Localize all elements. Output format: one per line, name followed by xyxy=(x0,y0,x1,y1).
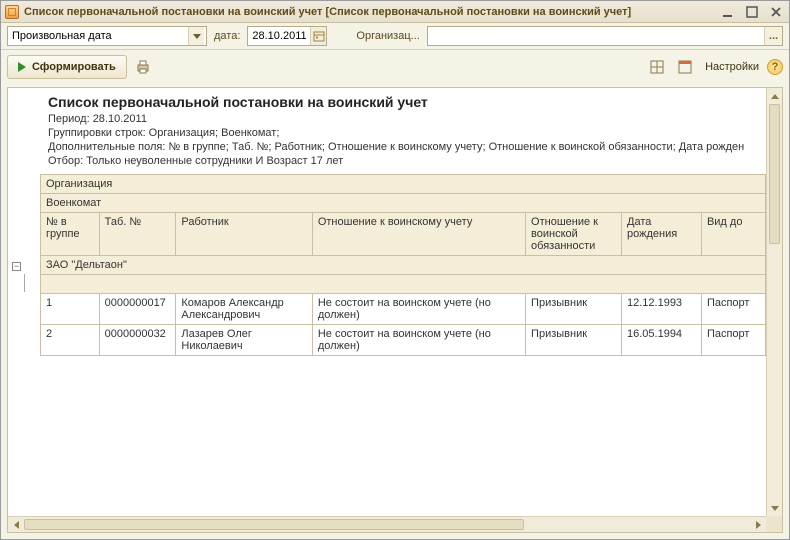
vertical-scroll-thumb[interactable] xyxy=(769,104,780,244)
cell-birth: 16.05.1994 xyxy=(622,325,702,356)
report-meta-period: Период: 28.10.2011 xyxy=(40,112,766,126)
organization-choose-button[interactable]: ... xyxy=(764,27,782,45)
help-icon: ? xyxy=(772,61,779,73)
cell-mil-account: Не состоит на воинском учете (но должен) xyxy=(312,325,525,356)
calendar-button[interactable] xyxy=(310,27,326,45)
cell-worker: Комаров Александр Александрович xyxy=(176,294,312,325)
col-doc: Вид до xyxy=(701,213,765,256)
date-label: дата: xyxy=(211,30,243,42)
date-input[interactable] xyxy=(248,27,310,45)
chevron-left-icon xyxy=(14,521,19,529)
vertical-scrollbar[interactable] xyxy=(766,88,782,516)
table-row: 1 0000000017 Комаров Александр Александр… xyxy=(41,294,766,325)
col-mil-account: Отношение к воинскому учету xyxy=(312,213,525,256)
panel-icon xyxy=(678,60,692,74)
organization-field[interactable]: ... xyxy=(427,26,783,46)
cell-mil-duty: Призывник xyxy=(526,325,622,356)
cell-doc: Паспорт xyxy=(701,294,765,325)
titlebar: Список первоначальной постановки на воин… xyxy=(1,1,789,23)
play-icon xyxy=(18,62,26,72)
calendar-icon xyxy=(313,30,325,42)
cell-tab: 0000000017 xyxy=(99,294,176,325)
scroll-left-button[interactable] xyxy=(8,517,24,532)
help-button[interactable]: ? xyxy=(767,59,783,75)
cell-tab: 0000000032 xyxy=(99,325,176,356)
settings-link[interactable]: Настройки xyxy=(705,61,759,73)
chevron-right-icon xyxy=(756,521,761,529)
report-title: Список первоначальной постановки на воин… xyxy=(40,88,766,112)
print-button[interactable] xyxy=(131,55,155,79)
period-mode-input[interactable] xyxy=(8,27,188,45)
cell-num: 1 xyxy=(41,294,100,325)
report-area: − Список первоначальной постановки на во… xyxy=(7,87,783,533)
cell-doc: Паспорт xyxy=(701,325,765,356)
horizontal-scrollbar[interactable] xyxy=(8,516,766,532)
close-button[interactable] xyxy=(767,4,785,19)
scroll-up-button[interactable] xyxy=(767,88,782,104)
group-row-org[interactable]: ЗАО "Дельтаон" xyxy=(41,256,766,275)
generate-button-label: Сформировать xyxy=(32,61,116,73)
col-tab: Таб. № xyxy=(99,213,176,256)
cell-birth: 12.12.1993 xyxy=(622,294,702,325)
scroll-corner xyxy=(766,516,782,532)
report-meta-groupings: Группировки строк: Организация; Военкома… xyxy=(40,126,766,140)
grid-icon xyxy=(650,60,664,74)
horizontal-scroll-thumb[interactable] xyxy=(24,519,524,530)
period-mode-combo[interactable] xyxy=(7,26,207,46)
minimize-button[interactable] xyxy=(719,4,737,19)
generate-button[interactable]: Сформировать xyxy=(7,55,127,79)
report-meta-extra: Дополнительные поля: № в группе; Таб. №;… xyxy=(40,140,766,154)
col-mil-duty: Отношение к воинской обязанности xyxy=(526,213,622,256)
col-num: № в группе xyxy=(41,213,100,256)
app-icon xyxy=(5,5,19,19)
section-commissariat: Военкомат xyxy=(41,194,766,213)
tree-collapse-level1[interactable]: − xyxy=(12,262,21,271)
window-title: Список первоначальной постановки на воин… xyxy=(24,6,713,18)
action-toolbar: Сформировать Настройки ? xyxy=(1,50,789,84)
cell-mil-account: Не состоит на воинском учете (но должен) xyxy=(312,294,525,325)
table-row: 2 0000000032 Лазарев Олег Николаевич Не … xyxy=(41,325,766,356)
cell-mil-duty: Призывник xyxy=(526,294,622,325)
period-mode-dropdown-button[interactable] xyxy=(188,27,204,45)
cell-worker: Лазарев Олег Николаевич xyxy=(176,325,312,356)
section-organization: Организация xyxy=(41,175,766,194)
tree-gutter: − xyxy=(8,88,40,500)
col-birth: Дата рождения xyxy=(622,213,702,256)
parameter-toolbar: дата: Организац... ... xyxy=(1,23,789,49)
scroll-down-button[interactable] xyxy=(767,500,782,516)
col-worker: Работник xyxy=(176,213,312,256)
chevron-down-icon xyxy=(193,34,201,39)
maximize-button[interactable] xyxy=(743,4,761,19)
settings-panel-button[interactable] xyxy=(673,55,697,79)
scroll-right-button[interactable] xyxy=(750,517,766,532)
org-label: Организац... xyxy=(353,30,422,42)
group-row-commissariat[interactable] xyxy=(41,275,766,294)
chevron-down-icon xyxy=(771,506,779,511)
report-meta-filter: Отбор: Только неуволенные сотрудники И В… xyxy=(40,154,766,168)
printer-icon xyxy=(135,59,151,75)
date-field[interactable] xyxy=(247,26,327,46)
ellipsis-icon: ... xyxy=(769,30,778,42)
grid-view-button[interactable] xyxy=(645,55,669,79)
cell-num: 2 xyxy=(41,325,100,356)
organization-input[interactable] xyxy=(428,27,764,45)
app-window: Список первоначальной постановки на воин… xyxy=(0,0,790,540)
report-table: Организация Военкомат № в группе Таб. № … xyxy=(40,174,766,356)
chevron-up-icon xyxy=(771,94,779,99)
